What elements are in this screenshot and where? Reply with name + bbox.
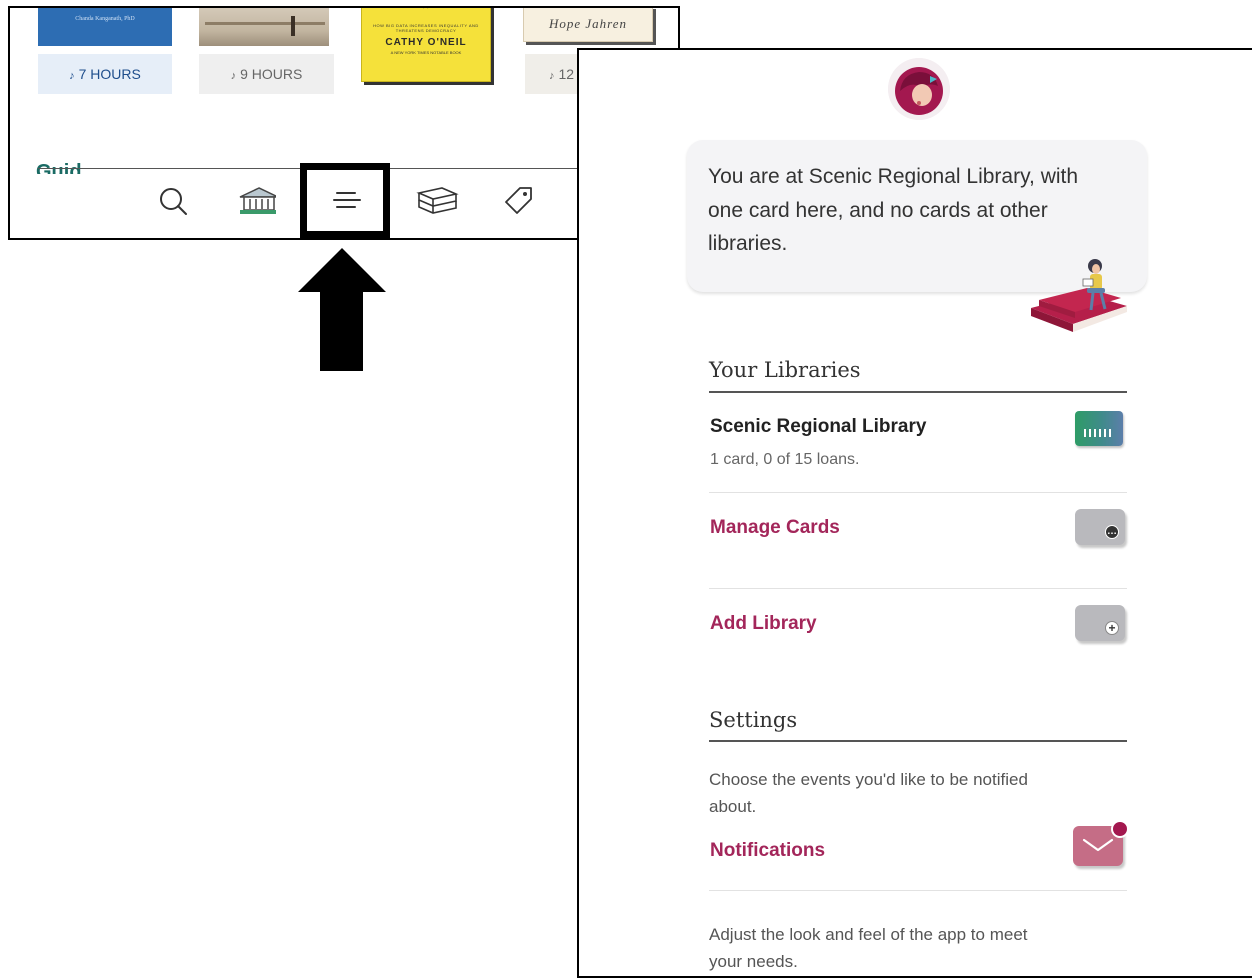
section-divider	[709, 740, 1127, 742]
library-icon[interactable]	[230, 184, 276, 218]
your-libraries-heading: Your Libraries	[709, 358, 861, 382]
library-name[interactable]: Scenic Regional Library	[710, 416, 926, 438]
shelf-icon[interactable]	[413, 184, 461, 218]
row-divider	[709, 890, 1127, 891]
book-cover-author: CATHY O'NEIL	[385, 37, 467, 48]
notification-dot	[1111, 820, 1129, 838]
book-cover-3[interactable]: ✕ HOW BIG DATA INCREASES INEQUALITY AND …	[361, 6, 491, 82]
notifications-description: Choose the events you'd like to be notif…	[709, 770, 1028, 816]
section-divider	[709, 391, 1127, 393]
manage-cards-icon[interactable]: …	[1075, 509, 1125, 545]
appearance-description: Adjust the look and feel of the app to m…	[709, 925, 1028, 971]
duration-label: 7 HOURS	[78, 66, 141, 82]
headphones-icon: ♪	[549, 70, 555, 82]
settings-heading: Settings	[709, 708, 798, 732]
notifications-link[interactable]: Notifications	[710, 840, 825, 862]
book-cover-author: Chanda Kanganath, PhD	[75, 16, 135, 22]
menu-highlight-box	[300, 163, 390, 238]
manage-cards-link[interactable]: Manage Cards	[710, 517, 840, 539]
book-cover-2[interactable]	[199, 8, 329, 46]
tag-icon[interactable]	[502, 184, 536, 218]
menu-panel-screenshot: You are at Scenic Regional Library, with…	[577, 48, 1252, 978]
add-library-link[interactable]: Add Library	[710, 613, 817, 635]
row-divider	[709, 492, 1127, 493]
book-cover-subtitle: A NEW YORK TIMES NOTABLE BOOK	[390, 50, 462, 55]
section-heading-partial: Guid	[36, 161, 82, 174]
library-card-icon[interactable]	[1075, 411, 1123, 446]
duration-badge: ♪ 9 HOURS	[199, 54, 334, 94]
add-library-icon[interactable]: +	[1075, 605, 1125, 641]
app-logo-icon	[888, 58, 950, 120]
location-message: You are at Scenic Regional Library, with…	[708, 165, 1079, 255]
reader-illustration-icon	[1031, 259, 1127, 332]
duration-label: 9 HOURS	[240, 66, 303, 82]
pointer-arrow-icon	[298, 248, 386, 371]
row-divider	[709, 588, 1127, 589]
duration-badge: ♪ 7 HOURS	[38, 54, 172, 94]
book-cover-author: Hope Jahren	[548, 16, 628, 31]
book-cover-1[interactable]: Chanda Kanganath, PhD	[38, 8, 172, 46]
headphones-icon: ♪	[230, 70, 237, 82]
book-cover-tagline: HOW BIG DATA INCREASES INEQUALITY AND TH…	[373, 23, 479, 33]
duration-label: 12	[558, 66, 575, 82]
library-status: 1 card, 0 of 15 loans.	[710, 451, 860, 468]
notifications-icon[interactable]	[1073, 820, 1129, 866]
headphones-icon: ♪	[69, 70, 75, 82]
book-cover-4[interactable]: Hope Jahren	[523, 8, 653, 42]
arrows-icon: ✕	[422, 6, 430, 11]
search-icon[interactable]	[156, 184, 190, 218]
